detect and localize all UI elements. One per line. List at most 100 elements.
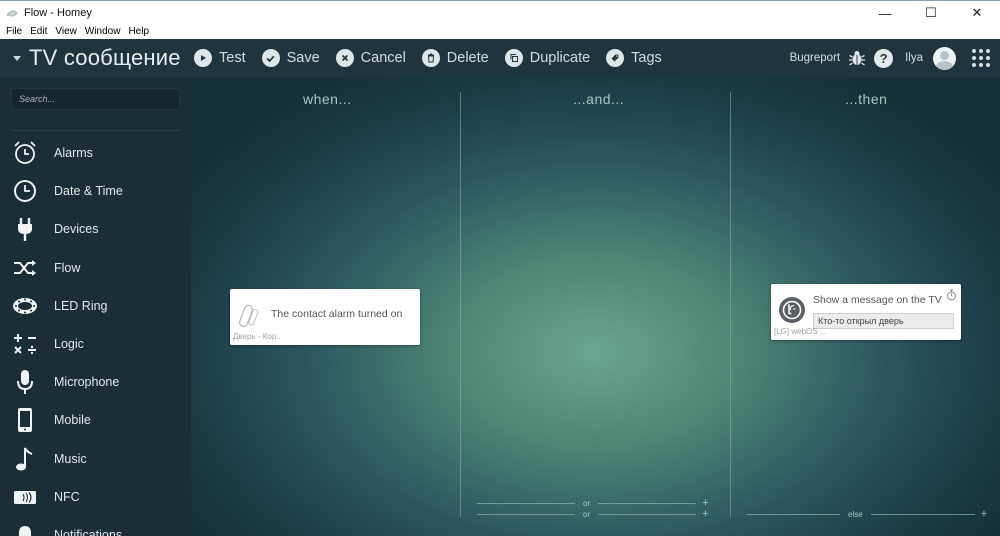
sidebar-list: Alarms Date & Time Devices Flow LED Ring… xyxy=(0,134,191,536)
flow-canvas[interactable]: when... ...and... ...then The contact al… xyxy=(191,77,1000,536)
flow-name: TV сообщение xyxy=(29,45,181,70)
footer-line xyxy=(598,513,697,515)
footer-line xyxy=(477,513,575,515)
flow-toolbar: TV сообщение Test Save Cancel Delete Dup… xyxy=(0,39,1000,77)
sidebar-item-label: Devices xyxy=(54,222,99,237)
sidebar-item-date-time[interactable]: Date & Time xyxy=(0,172,191,210)
menu-window[interactable]: Window xyxy=(85,26,121,37)
tag-icon xyxy=(606,49,625,67)
close-icon xyxy=(335,49,354,67)
sidebar-item-devices[interactable]: Devices xyxy=(0,210,191,248)
shuffle-icon xyxy=(12,255,38,281)
column-header-then: ...then xyxy=(845,91,888,107)
delete-label: Delete xyxy=(446,50,489,66)
card-title: Show a message on the TV xyxy=(813,294,942,306)
microphone-icon xyxy=(12,369,38,395)
help-icon[interactable]: ? xyxy=(874,48,894,68)
flow-title-dropdown[interactable]: TV сообщение xyxy=(0,45,182,71)
duplicate-icon xyxy=(504,49,523,67)
duplicate-label: Duplicate xyxy=(529,50,591,66)
play-icon xyxy=(194,49,212,67)
apps-grid-icon[interactable] xyxy=(972,49,990,67)
footer-line xyxy=(598,502,697,504)
card-device-name: [LG] webOS ... xyxy=(774,327,827,336)
sidebar-item-label: Music xyxy=(54,451,87,466)
sidebar-item-label: Alarms xyxy=(54,146,93,161)
card-title: The contact alarm turned on xyxy=(271,308,403,320)
close-button[interactable]: ✕ xyxy=(954,1,1000,25)
message-input[interactable]: Кто-то открыл дверь xyxy=(813,313,954,329)
sidebar-item-label: LED Ring xyxy=(54,298,108,313)
sidebar-item-flow[interactable]: Flow xyxy=(0,249,191,287)
column-divider xyxy=(460,92,461,517)
trash-icon xyxy=(421,49,440,67)
sidebar-item-music[interactable]: Music xyxy=(0,440,191,478)
cancel-button[interactable]: Cancel xyxy=(335,39,406,77)
footer-line xyxy=(477,502,575,504)
sidebar-item-label: Flow xyxy=(54,260,81,275)
sidebar-item-notifications[interactable]: Notifications xyxy=(0,516,191,536)
test-label: Test xyxy=(219,50,246,66)
avatar[interactable] xyxy=(933,46,956,70)
bell-icon xyxy=(12,522,38,536)
minimize-button[interactable]: — xyxy=(862,1,908,25)
cancel-label: Cancel xyxy=(360,50,406,66)
toolbar-right: Bugreport ? Ilya xyxy=(790,39,1000,77)
mobile-phone-icon xyxy=(12,407,38,433)
duplicate-button[interactable]: Duplicate xyxy=(504,39,591,77)
footer-line xyxy=(746,513,840,515)
menu-edit[interactable]: Edit xyxy=(30,26,47,37)
homey-app-icon xyxy=(6,10,18,16)
tags-label: Tags xyxy=(631,50,662,66)
test-button[interactable]: Test xyxy=(194,39,246,77)
contact-sensor-icon xyxy=(238,304,259,328)
then-action-card[interactable]: Show a message on the TV Кто-то открыл д… xyxy=(771,284,961,340)
sidebar-item-led-ring[interactable]: LED Ring xyxy=(0,287,191,325)
sidebar-item-nfc[interactable]: NFC xyxy=(0,478,191,516)
column-divider xyxy=(730,92,731,517)
column-header-when: when... xyxy=(303,91,352,107)
bugreport-link[interactable]: Bugreport xyxy=(790,52,841,64)
stopwatch-icon[interactable] xyxy=(946,289,957,301)
bug-icon[interactable] xyxy=(848,49,866,67)
sidebar-item-logic[interactable]: Logic xyxy=(0,325,191,363)
menu-file[interactable]: File xyxy=(6,26,22,37)
plug-icon xyxy=(12,216,38,242)
maximize-button[interactable]: ☐ xyxy=(908,1,954,25)
clock-icon xyxy=(12,178,38,204)
menu-bar: File Edit View Window Help xyxy=(0,24,1000,39)
nfc-icon xyxy=(12,484,38,510)
sidebar-item-label: Mobile xyxy=(54,413,91,428)
alarm-clock-icon xyxy=(12,140,38,166)
lg-logo-icon xyxy=(779,297,805,323)
search-input[interactable] xyxy=(12,89,179,109)
window-controls: — ☐ ✕ xyxy=(862,1,1000,25)
save-button[interactable]: Save xyxy=(261,39,320,77)
sidebar-item-microphone[interactable]: Microphone xyxy=(0,363,191,401)
sidebar-item-alarms[interactable]: Alarms xyxy=(0,134,191,172)
message-value: Кто-то открыл дверь xyxy=(818,316,904,326)
menu-help[interactable]: Help xyxy=(128,26,149,37)
add-or-button[interactable]: + xyxy=(702,508,708,520)
delete-button[interactable]: Delete xyxy=(421,39,489,77)
footer-line xyxy=(870,513,975,515)
search-box xyxy=(11,88,180,110)
menu-view[interactable]: View xyxy=(55,26,77,37)
or-label: or xyxy=(583,498,591,508)
sidebar-divider xyxy=(11,130,180,131)
add-else-button[interactable]: + xyxy=(981,508,987,520)
column-header-and: ...and... xyxy=(573,91,625,107)
sidebar-item-label: NFC xyxy=(54,489,80,504)
else-label: else xyxy=(848,509,863,519)
tags-button[interactable]: Tags xyxy=(606,39,662,77)
avatar-body xyxy=(936,60,953,70)
check-icon xyxy=(261,49,280,67)
user-name[interactable]: Ilya xyxy=(905,52,923,64)
avatar-head xyxy=(940,50,949,60)
homey-app: TV сообщение Test Save Cancel Delete Dup… xyxy=(0,39,1000,536)
sidebar-item-label: Notifications xyxy=(54,527,123,536)
when-trigger-card[interactable]: The contact alarm turned on Дверь - Кор.… xyxy=(230,289,420,345)
sidebar-item-mobile[interactable]: Mobile xyxy=(0,401,191,439)
and-or-row-first: or + xyxy=(477,497,709,509)
window-titlebar: Flow - Homey — ☐ ✕ xyxy=(0,0,1000,24)
